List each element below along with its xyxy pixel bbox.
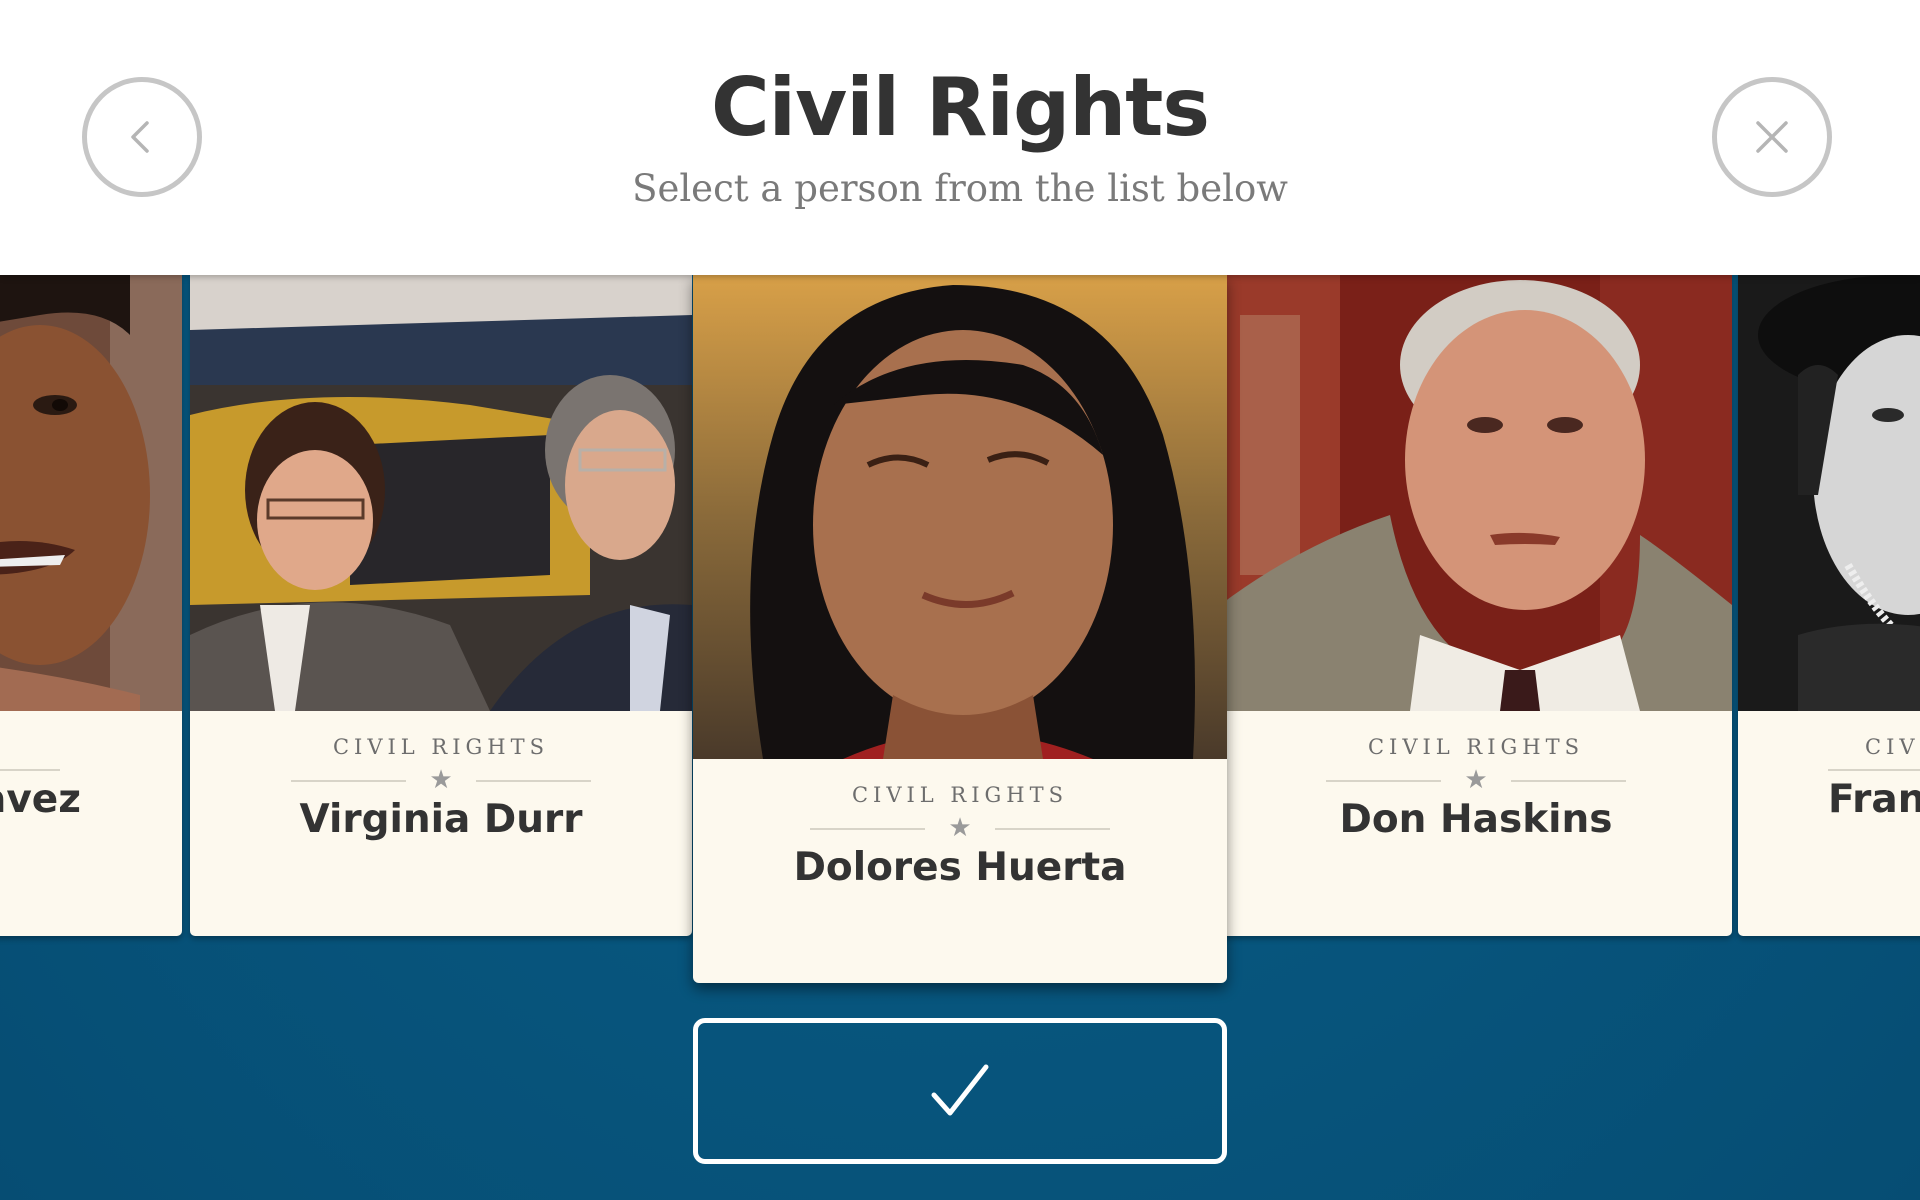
person-photo xyxy=(0,275,182,711)
confirm-button[interactable] xyxy=(693,1018,1227,1164)
card-category: CIVIL RIGHTS xyxy=(332,735,550,759)
divider-line xyxy=(1828,769,1920,771)
checkmark-icon xyxy=(931,1064,989,1116)
page-title: Civil Rights xyxy=(710,61,1210,154)
card-info: CIVIL RIGHTS ★ Dolores Huerta xyxy=(693,759,1227,893)
card-info: CIVIL RIGHTS ★ Virginia Durr xyxy=(190,711,692,845)
card-category: CIVIL RIGHTS xyxy=(851,783,1069,807)
card-divider: ★ xyxy=(810,812,1110,842)
card-name: Virginia Durr xyxy=(299,797,583,842)
person-card-selected[interactable]: CIVIL RIGHTS ★ Dolores Huerta xyxy=(693,275,1227,983)
card-divider: ★ xyxy=(1326,764,1626,794)
person-card[interactable]: CIVIL RIGHTS ★ Don Haskins xyxy=(1220,275,1732,936)
person-carousel[interactable]: S avez CIVIL RIGHTS ★ xyxy=(0,275,1920,1035)
card-name: Franc xyxy=(1828,777,1920,822)
header: Civil Rights Select a person from the li… xyxy=(0,0,1920,275)
card-category: CIV xyxy=(1865,735,1920,759)
card-name: Dolores Huerta xyxy=(793,845,1127,890)
page-subtitle: Select a person from the list below xyxy=(632,167,1288,210)
divider-line xyxy=(995,828,1110,830)
close-button[interactable] xyxy=(1712,77,1832,197)
person-photo xyxy=(1738,275,1920,711)
card-name: avez xyxy=(0,777,81,822)
person-photo xyxy=(190,275,692,711)
card-category: CIVIL RIGHTS xyxy=(1367,735,1585,759)
star-icon: ★ xyxy=(1464,764,1488,794)
close-icon xyxy=(1756,121,1788,153)
person-photo xyxy=(1220,275,1732,711)
person-card[interactable]: CIVIL RIGHTS ★ Virginia Durr xyxy=(190,275,692,936)
person-photo xyxy=(693,275,1227,759)
card-name: Don Haskins xyxy=(1339,797,1613,842)
star-icon: ★ xyxy=(429,764,453,794)
divider-line xyxy=(476,780,591,782)
card-info: CIVIL RIGHTS ★ Don Haskins xyxy=(1220,711,1732,845)
person-card[interactable]: CIV Franc xyxy=(1738,275,1920,936)
divider-line xyxy=(1511,780,1626,782)
divider-line xyxy=(0,769,60,771)
star-icon: ★ xyxy=(948,812,972,842)
person-card[interactable]: S avez xyxy=(0,275,182,936)
card-divider: ★ xyxy=(291,764,591,794)
